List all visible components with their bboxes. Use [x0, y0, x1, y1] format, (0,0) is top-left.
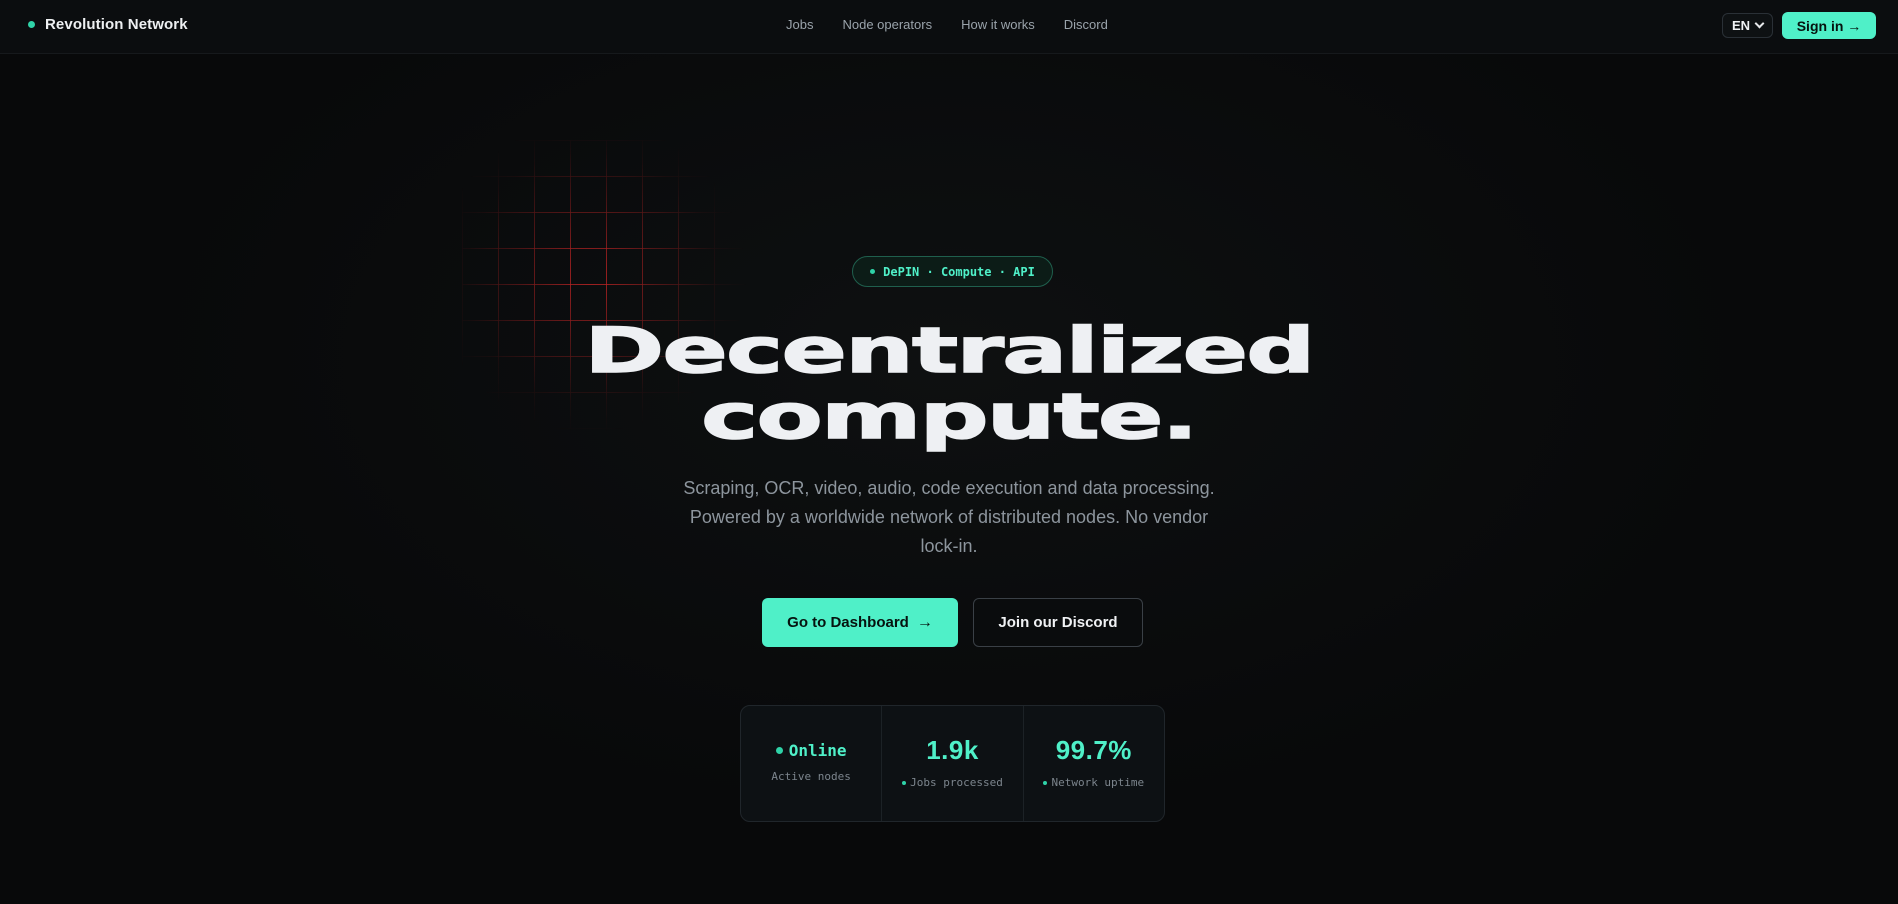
nav-link-discord[interactable]: Discord	[1064, 17, 1108, 32]
arrow-right-icon: →	[916, 613, 933, 631]
stat-label: Jobs processed	[910, 776, 1003, 789]
stat-network-uptime: 99.7% Network uptime	[1024, 706, 1164, 821]
stat-value: 99.7%	[1055, 735, 1132, 765]
stat-label-wrap: Jobs processed	[902, 774, 1003, 792]
nav-link-jobs[interactable]: Jobs	[786, 17, 813, 32]
stats-panel: Online Active nodes 1.9k Jobs processed …	[740, 705, 1165, 822]
badge-text: DePIN · Compute · API	[883, 264, 1035, 279]
stat-value: 1.9k	[926, 735, 979, 765]
headline-line-1: Decentralized	[583, 314, 1316, 387]
label-dot-icon	[902, 781, 907, 785]
dashboard-button-label: Go to Dashboard	[787, 614, 909, 631]
nav-link-how-it-works[interactable]: How it works	[961, 17, 1035, 32]
chevron-down-icon	[1754, 18, 1765, 29]
hero-subtitle: Scraping, OCR, video, audio, code execut…	[683, 478, 1215, 556]
stat-value: Online	[788, 741, 847, 760]
brand[interactable]: Revolution Network	[28, 16, 188, 33]
brand-name: Revolution Network	[45, 16, 188, 33]
stat-status: Online	[775, 741, 847, 760]
language-select[interactable]: EN	[1722, 13, 1773, 38]
main-nav: Jobs Node operators How it works Discord	[786, 17, 1108, 32]
hero-badge: DePIN · Compute · API	[852, 256, 1053, 287]
label-dot-icon	[1043, 781, 1048, 785]
stat-label-wrap: Network uptime	[1043, 774, 1144, 792]
stat-label: Active nodes	[771, 770, 851, 783]
nav-link-node-operators[interactable]: Node operators	[842, 17, 932, 32]
brand-dot-icon	[28, 21, 35, 28]
stat-active-nodes: Online Active nodes	[741, 706, 883, 821]
stat-label: Network uptime	[1051, 776, 1145, 789]
discord-button-label: Join our Discord	[998, 614, 1118, 631]
sign-in-button[interactable]: Sign in →	[1782, 12, 1876, 39]
headline-line-2: compute.	[700, 380, 1199, 453]
top-navbar: Revolution Network Jobs Node operators H…	[0, 0, 1898, 54]
join-discord-button[interactable]: Join our Discord	[973, 598, 1143, 647]
hero-headline: Decentralized compute.	[0, 314, 1898, 453]
go-to-dashboard-button[interactable]: Go to Dashboard →	[762, 598, 958, 647]
language-value: EN	[1732, 18, 1751, 33]
status-dot-icon	[775, 747, 783, 754]
badge-dot-icon	[870, 269, 876, 274]
page: Revolution Network Jobs Node operators H…	[0, 0, 1898, 904]
stat-jobs-processed: 1.9k Jobs processed	[882, 706, 1024, 821]
